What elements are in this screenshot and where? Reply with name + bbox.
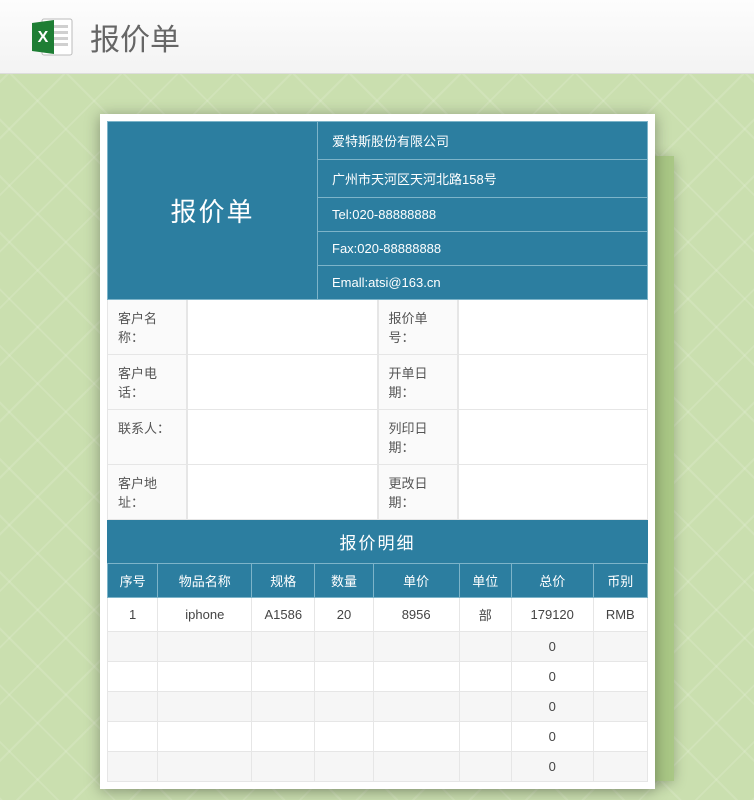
table-cell <box>593 662 647 692</box>
company-fax: Fax:020-88888888 <box>317 231 648 265</box>
table-row: 0 <box>108 662 648 692</box>
table-cell <box>593 692 647 722</box>
table-cell <box>158 632 252 662</box>
company-name: 爱特斯股份有限公司 <box>317 121 648 159</box>
value-quote-no <box>458 300 649 355</box>
table-cell <box>252 632 315 662</box>
table-cell <box>108 692 158 722</box>
table-row: 0 <box>108 632 648 662</box>
table-cell <box>459 632 511 662</box>
table-cell <box>315 722 374 752</box>
detail-table: 序号 物品名称 规格 数量 单价 单位 总价 币别 1iphoneA158620… <box>107 563 648 782</box>
table-cell <box>108 662 158 692</box>
label-open-date: 开单日期： <box>378 355 458 410</box>
table-cell <box>459 752 511 782</box>
table-cell <box>315 662 374 692</box>
label-change-date: 更改日期： <box>378 465 458 520</box>
table-cell <box>252 752 315 782</box>
table-cell <box>158 662 252 692</box>
value-open-date <box>458 355 649 410</box>
table-row: 0 <box>108 722 648 752</box>
table-cell: 0 <box>511 692 593 722</box>
col-seq: 序号 <box>108 564 158 598</box>
table-cell <box>373 722 459 752</box>
col-total: 总价 <box>511 564 593 598</box>
header-right: 爱特斯股份有限公司 广州市天河区天河北路158号 Tel:020-8888888… <box>317 121 648 300</box>
label-quote-no: 报价单号： <box>378 300 458 355</box>
value-contact <box>187 410 378 465</box>
detail-title: 报价明细 <box>107 520 648 563</box>
table-cell: 0 <box>511 662 593 692</box>
table-cell <box>315 752 374 782</box>
table-cell <box>108 632 158 662</box>
company-tel: Tel:020-88888888 <box>317 197 648 231</box>
table-cell <box>315 632 374 662</box>
info-grid: 客户名称： 报价单号： 客户电话： 开单日期： 联系人： 列印日期： 客户地址：… <box>107 300 648 520</box>
table-cell: 0 <box>511 752 593 782</box>
table-cell <box>459 722 511 752</box>
value-print-date <box>458 410 649 465</box>
excel-icon: X <box>28 13 76 61</box>
label-customer-name: 客户名称： <box>107 300 187 355</box>
table-cell: 0 <box>511 632 593 662</box>
table-cell <box>315 692 374 722</box>
table-cell: A1586 <box>252 598 315 632</box>
table-cell: RMB <box>593 598 647 632</box>
page-title: 报价单 <box>90 15 180 59</box>
topbar: X 报价单 <box>0 0 754 74</box>
value-customer-addr <box>187 465 378 520</box>
table-cell: 1 <box>108 598 158 632</box>
canvas: 报价单 爱特斯股份有限公司 广州市天河区天河北路158号 Tel:020-888… <box>0 74 754 800</box>
table-row: 0 <box>108 752 648 782</box>
col-qty: 数量 <box>315 564 374 598</box>
col-unit: 单位 <box>459 564 511 598</box>
table-row: 1iphoneA1586208956部179120RMB <box>108 598 648 632</box>
header-title: 报价单 <box>170 192 254 229</box>
table-cell <box>108 752 158 782</box>
table-cell <box>459 692 511 722</box>
table-cell: 20 <box>315 598 374 632</box>
col-item: 物品名称 <box>158 564 252 598</box>
company-address: 广州市天河区天河北路158号 <box>317 159 648 197</box>
table-cell: 0 <box>511 722 593 752</box>
table-cell: iphone <box>158 598 252 632</box>
table-cell: 部 <box>459 598 511 632</box>
table-cell <box>252 662 315 692</box>
label-contact: 联系人： <box>107 410 187 465</box>
table-cell <box>593 752 647 782</box>
value-change-date <box>458 465 649 520</box>
table-cell <box>593 632 647 662</box>
table-cell <box>373 632 459 662</box>
table-cell <box>252 692 315 722</box>
table-cell <box>158 722 252 752</box>
col-currency: 币别 <box>593 564 647 598</box>
quotation-document: 报价单 爱特斯股份有限公司 广州市天河区天河北路158号 Tel:020-888… <box>100 114 655 789</box>
value-customer-name <box>187 300 378 355</box>
svg-text:X: X <box>38 29 49 46</box>
table-cell: 8956 <box>373 598 459 632</box>
label-print-date: 列印日期： <box>378 410 458 465</box>
header-block: 报价单 爱特斯股份有限公司 广州市天河区天河北路158号 Tel:020-888… <box>107 121 648 300</box>
header-left: 报价单 <box>107 121 317 300</box>
table-cell <box>593 722 647 752</box>
col-price: 单价 <box>373 564 459 598</box>
table-cell <box>108 722 158 752</box>
value-customer-tel <box>187 355 378 410</box>
table-row: 0 <box>108 692 648 722</box>
table-cell <box>373 662 459 692</box>
table-cell: 179120 <box>511 598 593 632</box>
label-customer-tel: 客户电话： <box>107 355 187 410</box>
table-cell <box>252 722 315 752</box>
table-cell <box>158 692 252 722</box>
table-cell <box>373 692 459 722</box>
company-email: Emall:atsi@163.cn <box>317 265 648 300</box>
table-cell <box>459 662 511 692</box>
table-cell <box>373 752 459 782</box>
table-header-row: 序号 物品名称 规格 数量 单价 单位 总价 币别 <box>108 564 648 598</box>
label-customer-addr: 客户地址： <box>107 465 187 520</box>
col-spec: 规格 <box>252 564 315 598</box>
table-cell <box>158 752 252 782</box>
